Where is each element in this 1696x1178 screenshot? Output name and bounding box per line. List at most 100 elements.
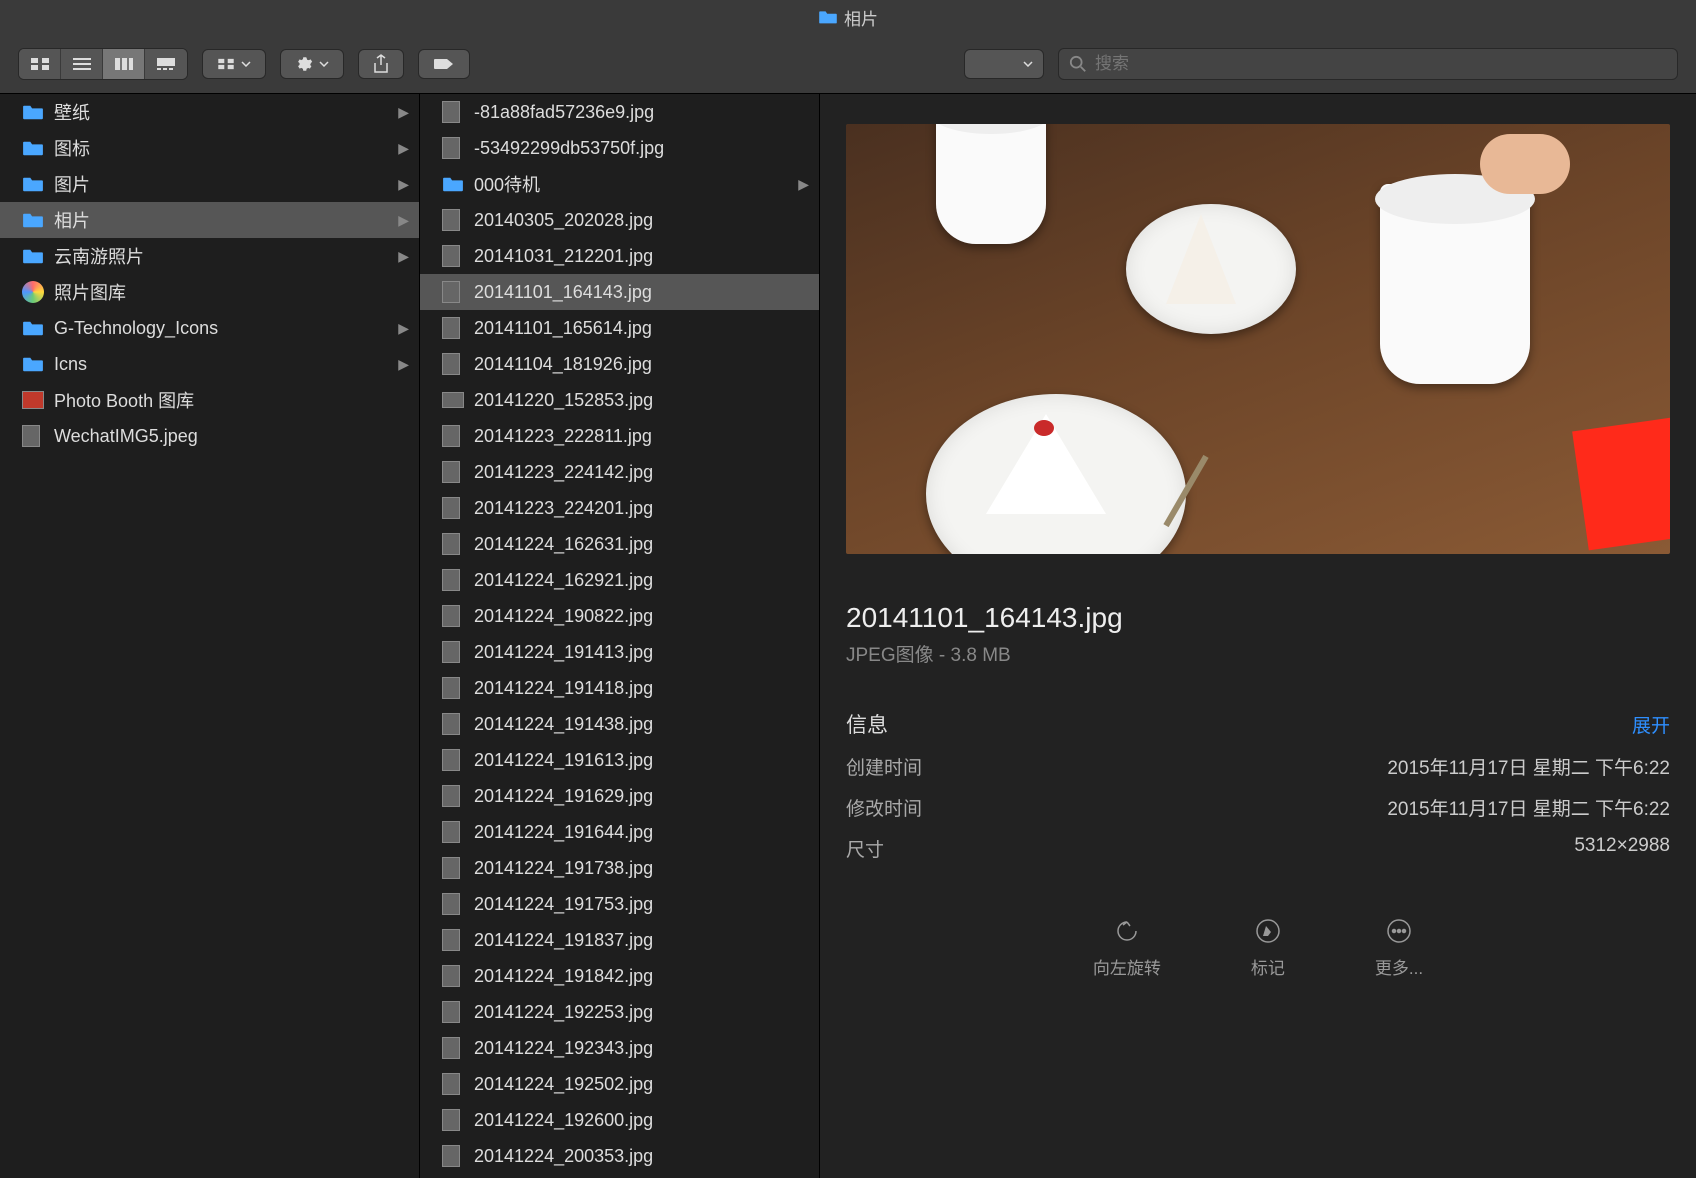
file-row[interactable]: -81a88fad57236e9.jpg bbox=[420, 94, 819, 130]
window-title: 相片 bbox=[844, 5, 878, 30]
file-row[interactable]: 20141224_190822.jpg bbox=[420, 598, 819, 634]
action-menu-button[interactable] bbox=[280, 49, 344, 79]
folder-row[interactable]: 图标▶ bbox=[0, 130, 419, 166]
file-row[interactable]: WechatIMG5.jpeg bbox=[0, 418, 419, 454]
view-list-button[interactable] bbox=[61, 49, 103, 79]
folder-row[interactable]: Icns▶ bbox=[0, 346, 419, 382]
chevron-right-icon: ▶ bbox=[398, 176, 409, 193]
file-icon bbox=[442, 966, 464, 986]
row-label: G-Technology_Icons bbox=[54, 318, 388, 339]
column-1[interactable]: 壁纸▶图标▶图片▶相片▶云南游照片▶照片图库G-Technology_Icons… bbox=[0, 94, 420, 1178]
row-label: 20141104_181926.jpg bbox=[474, 354, 809, 375]
tags-button[interactable] bbox=[418, 49, 470, 79]
file-icon bbox=[442, 678, 464, 698]
row-label: 20141224_191413.jpg bbox=[474, 642, 809, 663]
folder-icon bbox=[22, 354, 44, 374]
row-label: 相片 bbox=[54, 207, 388, 233]
row-label: 20141224_191438.jpg bbox=[474, 714, 809, 735]
file-row[interactable]: 20141224_191438.jpg bbox=[420, 706, 819, 742]
folder-row[interactable]: 图片▶ bbox=[0, 166, 419, 202]
toolbar bbox=[0, 34, 1696, 94]
file-row[interactable]: 20141224_192343.jpg bbox=[420, 1030, 819, 1066]
file-row[interactable]: 20141224_162631.jpg bbox=[420, 526, 819, 562]
file-row[interactable]: 20141031_212201.jpg bbox=[420, 238, 819, 274]
file-icon bbox=[442, 606, 464, 626]
row-label: 20140305_202028.jpg bbox=[474, 210, 809, 231]
preview-pane: 20141101_164143.jpg JPEG图像 - 3.8 MB 信息 展… bbox=[820, 94, 1696, 1178]
file-row[interactable]: 20141224_192600.jpg bbox=[420, 1102, 819, 1138]
file-row[interactable]: 20141224_191753.jpg bbox=[420, 886, 819, 922]
row-label: 20141224_192502.jpg bbox=[474, 1074, 809, 1095]
file-row[interactable]: 20141220_152853.jpg bbox=[420, 382, 819, 418]
file-row[interactable]: 20141224_191613.jpg bbox=[420, 742, 819, 778]
file-icon bbox=[442, 1074, 464, 1094]
file-row[interactable]: 20141224_191837.jpg bbox=[420, 922, 819, 958]
preview-image[interactable] bbox=[846, 124, 1670, 554]
search-field[interactable] bbox=[1058, 48, 1678, 80]
row-label: Icns bbox=[54, 354, 388, 375]
folder-row[interactable]: 云南游照片▶ bbox=[0, 238, 419, 274]
file-row[interactable]: 20141224_191418.jpg bbox=[420, 670, 819, 706]
view-gallery-button[interactable] bbox=[145, 49, 187, 79]
file-row[interactable]: 20141224_192253.jpg bbox=[420, 994, 819, 1030]
markup-button[interactable]: 标记 bbox=[1251, 916, 1285, 979]
row-label: 20141224_192343.jpg bbox=[474, 1038, 809, 1059]
row-label: 照片图库 bbox=[54, 279, 409, 305]
folder-row[interactable]: 相片▶ bbox=[0, 202, 419, 238]
content: 壁纸▶图标▶图片▶相片▶云南游照片▶照片图库G-Technology_Icons… bbox=[0, 94, 1696, 1178]
row-label: 图标 bbox=[54, 135, 388, 161]
file-icon bbox=[22, 390, 44, 410]
folder-icon bbox=[22, 246, 44, 266]
file-row[interactable]: 20141224_191629.jpg bbox=[420, 778, 819, 814]
titlebar: 相片 bbox=[0, 0, 1696, 34]
row-label: 20141224_191738.jpg bbox=[474, 858, 809, 879]
file-row[interactable]: 20141101_164143.jpg bbox=[420, 274, 819, 310]
folder-row[interactable]: G-Technology_Icons▶ bbox=[0, 310, 419, 346]
folder-row[interactable]: 壁纸▶ bbox=[0, 94, 419, 130]
path-control[interactable] bbox=[964, 49, 1044, 79]
search-input[interactable] bbox=[1095, 54, 1667, 74]
file-row[interactable]: 20141104_181926.jpg bbox=[420, 346, 819, 382]
rotate-label: 向左旋转 bbox=[1093, 954, 1161, 979]
file-row[interactable]: -53492299db53750f.jpg bbox=[420, 130, 819, 166]
modified-value: 2015年11月17日 星期二 下午6:22 bbox=[1387, 794, 1670, 821]
file-row[interactable]: Photo Booth 图库 bbox=[0, 382, 419, 418]
file-row[interactable]: 20140305_202028.jpg bbox=[420, 202, 819, 238]
file-row[interactable]: 20141224_200353.jpg bbox=[420, 1138, 819, 1174]
view-column-button[interactable] bbox=[103, 49, 145, 79]
expand-info-button[interactable]: 展开 bbox=[1632, 711, 1670, 738]
file-row[interactable]: 20141224_191413.jpg bbox=[420, 634, 819, 670]
file-row[interactable]: 20141224_191644.jpg bbox=[420, 814, 819, 850]
more-actions-button[interactable]: 更多... bbox=[1375, 916, 1423, 979]
file-icon bbox=[442, 930, 464, 950]
share-button[interactable] bbox=[358, 49, 404, 79]
row-label: 20141224_191837.jpg bbox=[474, 930, 809, 951]
folder-row[interactable]: 000待机▶ bbox=[420, 166, 819, 202]
file-row[interactable]: 20141224_191738.jpg bbox=[420, 850, 819, 886]
view-mode-group bbox=[18, 48, 188, 80]
file-row[interactable]: 20141101_165614.jpg bbox=[420, 310, 819, 346]
file-icon bbox=[442, 534, 464, 554]
markup-icon bbox=[1253, 916, 1283, 946]
row-label: 20141224_162921.jpg bbox=[474, 570, 809, 591]
file-row[interactable]: 20141224_162921.jpg bbox=[420, 562, 819, 598]
preview-filename: 20141101_164143.jpg bbox=[846, 602, 1670, 634]
view-icon-button[interactable] bbox=[19, 49, 61, 79]
rotate-left-button[interactable]: 向左旋转 bbox=[1093, 916, 1161, 979]
file-row[interactable]: 20141224_191842.jpg bbox=[420, 958, 819, 994]
file-row[interactable]: 20141224_192502.jpg bbox=[420, 1066, 819, 1102]
file-icon bbox=[442, 102, 464, 122]
file-row[interactable]: 20141223_224201.jpg bbox=[420, 490, 819, 526]
share-icon bbox=[373, 54, 389, 74]
row-label: 20141224_200353.jpg bbox=[474, 1146, 809, 1167]
created-label: 创建时间 bbox=[846, 753, 922, 780]
file-row[interactable]: 照片图库 bbox=[0, 274, 419, 310]
file-row[interactable]: 20141223_222811.jpg bbox=[420, 418, 819, 454]
column-2[interactable]: -81a88fad57236e9.jpg-53492299db53750f.jp… bbox=[420, 94, 820, 1178]
file-icon bbox=[442, 1110, 464, 1130]
group-by-button[interactable] bbox=[202, 49, 266, 79]
row-label: 20141223_224201.jpg bbox=[474, 498, 809, 519]
file-icon bbox=[442, 786, 464, 806]
file-row[interactable]: 20141223_224142.jpg bbox=[420, 454, 819, 490]
search-icon bbox=[1069, 55, 1087, 73]
